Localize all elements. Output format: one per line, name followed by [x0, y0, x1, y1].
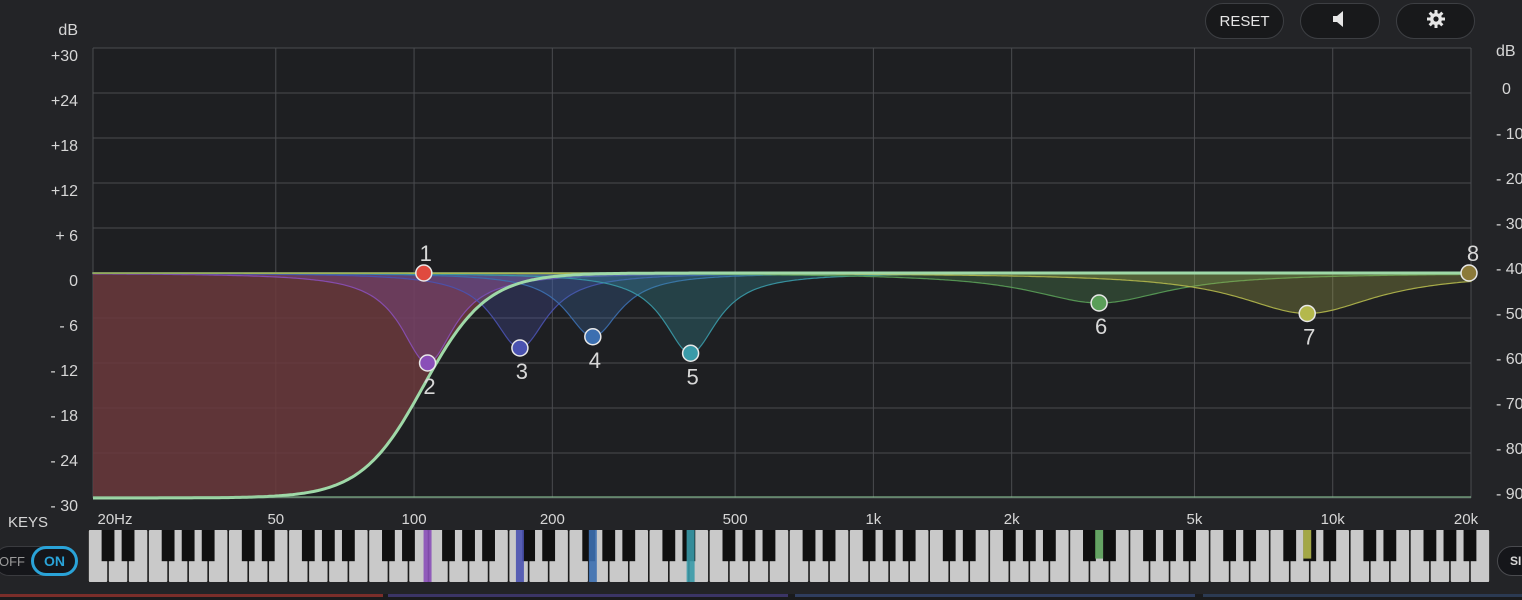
frequency-tick-label: 50	[267, 511, 285, 528]
black-key[interactable]	[482, 530, 495, 562]
black-key[interactable]	[1423, 530, 1437, 562]
black-key[interactable]	[902, 530, 916, 562]
keys-off-label: OFF	[0, 553, 25, 569]
black-key[interactable]	[602, 530, 616, 562]
keyboard-band-marker	[515, 530, 524, 582]
black-key[interactable]	[1223, 530, 1237, 562]
black-key[interactable]	[1022, 530, 1036, 562]
black-key[interactable]	[762, 530, 776, 562]
black-key[interactable]	[1083, 530, 1096, 562]
band-number-label: 8	[1467, 241, 1479, 266]
black-key[interactable]	[822, 530, 836, 562]
black-key[interactable]	[1243, 530, 1257, 562]
black-key[interactable]	[1103, 530, 1116, 562]
black-key[interactable]	[662, 530, 676, 562]
black-key[interactable]	[321, 530, 335, 562]
black-key[interactable]	[1363, 530, 1377, 562]
frequency-tick-label: 1k	[865, 511, 882, 528]
black-key[interactable]	[301, 530, 315, 562]
keys-on-label: ON	[44, 553, 65, 569]
band-handle	[681, 344, 700, 362]
frequency-tick-label: 500	[722, 511, 748, 528]
keyboard-band-marker	[1095, 530, 1104, 559]
black-key[interactable]	[341, 530, 355, 562]
black-key[interactable]	[1443, 530, 1457, 562]
frequency-tick-label: 20k	[1453, 511, 1479, 528]
band-handle	[418, 354, 437, 372]
band-handle	[415, 264, 433, 282]
black-key[interactable]	[1463, 530, 1477, 562]
black-key[interactable]	[101, 530, 115, 562]
side-button-label: SI	[1510, 554, 1522, 568]
black-key[interactable]	[522, 530, 536, 562]
black-key[interactable]	[382, 530, 395, 562]
black-key[interactable]	[882, 530, 896, 562]
keyboard-band-marker	[423, 530, 432, 582]
frequency-tick-label: 2k	[1003, 511, 1020, 528]
keyboard-band-marker	[588, 530, 597, 582]
black-key[interactable]	[161, 530, 175, 562]
black-key[interactable]	[1143, 530, 1156, 562]
black-key[interactable]	[1183, 530, 1196, 562]
black-key[interactable]	[962, 530, 976, 562]
band-number-label: 4	[589, 348, 601, 373]
band-number-label: 3	[516, 359, 528, 384]
black-key[interactable]	[802, 530, 816, 562]
band-number-label: 2	[423, 374, 435, 399]
eq-graph[interactable]: 1 2 3 4 5 6 7 8	[0, 0, 1522, 600]
black-key[interactable]	[201, 530, 215, 562]
equalizer-panel: RESET dB +30 +24 +18 +12 + 60 - 6 - 12 -…	[0, 0, 1522, 600]
black-key[interactable]	[121, 530, 135, 562]
black-key[interactable]	[241, 530, 255, 562]
black-key[interactable]	[862, 530, 876, 562]
black-key[interactable]	[442, 530, 455, 562]
band-number-label: 6	[1095, 314, 1107, 339]
frequency-tick-label: 200	[539, 511, 565, 528]
black-key[interactable]	[462, 530, 475, 562]
black-key[interactable]	[1163, 530, 1176, 562]
keyboard-band-marker	[1303, 530, 1312, 559]
band-handle	[1298, 304, 1316, 323]
black-key[interactable]	[622, 530, 636, 562]
band-handle	[511, 339, 529, 357]
band-number-label: 1	[420, 241, 432, 266]
band-handle	[584, 328, 602, 346]
band-number-label: 7	[1303, 325, 1315, 350]
black-key[interactable]	[1042, 530, 1056, 562]
band-handle	[1090, 294, 1108, 312]
black-key[interactable]	[261, 530, 275, 562]
keyboard-band-marker	[686, 530, 695, 582]
frequency-tick-label: 10k	[1320, 511, 1345, 528]
band-number-label: 5	[686, 364, 698, 389]
keys-label: KEYS	[8, 514, 49, 531]
bottom-strip	[0, 594, 1522, 600]
frequency-tick-label: 5k	[1186, 511, 1203, 528]
black-key[interactable]	[1383, 530, 1397, 562]
band-handle	[1460, 264, 1478, 282]
black-key[interactable]	[402, 530, 415, 562]
black-key[interactable]	[942, 530, 956, 562]
black-key[interactable]	[1002, 530, 1016, 562]
piano-keyboard[interactable]	[88, 530, 1490, 582]
frequency-tick-label: 100	[401, 511, 427, 528]
black-key[interactable]	[722, 530, 736, 562]
black-key[interactable]	[1283, 530, 1297, 562]
black-key[interactable]	[542, 530, 556, 562]
black-key[interactable]	[1323, 530, 1337, 562]
keys-on-toggle[interactable]: ON	[31, 546, 78, 576]
black-key[interactable]	[742, 530, 756, 562]
side-button[interactable]: SI	[1497, 546, 1522, 576]
black-key[interactable]	[181, 530, 195, 562]
frequency-tick-label: 20Hz	[97, 511, 133, 528]
